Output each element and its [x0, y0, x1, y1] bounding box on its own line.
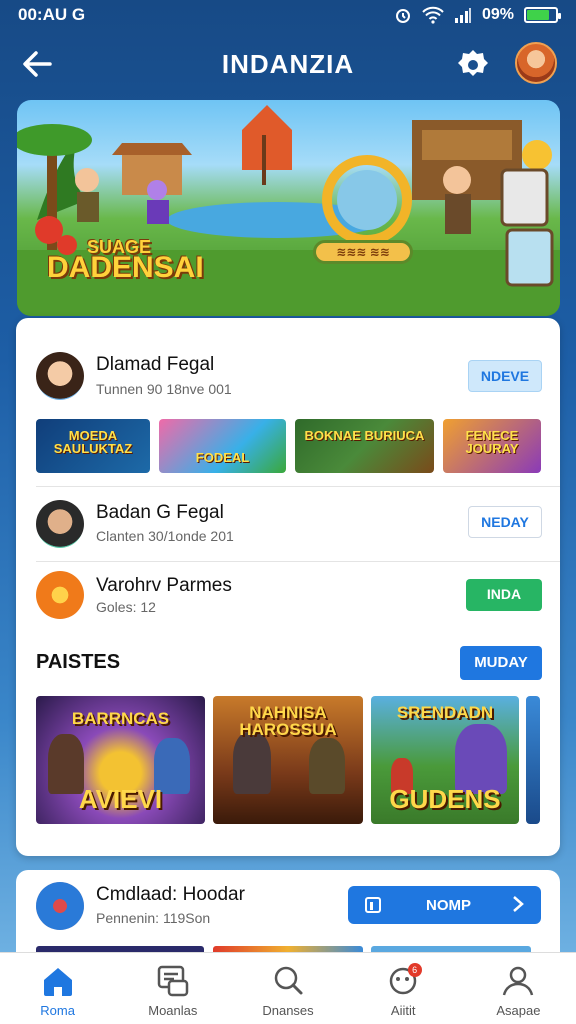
game-card-title: BARRNCAS — [71, 709, 170, 728]
game-card[interactable]: BARRNCAS AVIEVI — [36, 696, 205, 824]
status-icons: 09% — [394, 6, 561, 24]
hero-banner[interactable]: SUAGE DADENSAI ≋≋≋ ≋≋ — [17, 100, 560, 316]
friend-action-button[interactable]: NDEVE — [468, 360, 542, 392]
featured-action-label: NOMP — [426, 897, 471, 914]
app-bar: INDANZIA — [0, 36, 576, 92]
portal-sign: ≋≋≋ ≋≋ — [313, 240, 413, 264]
bottom-nav: Roma Moanlas Dnanses 6 Aiitit Asapae — [0, 952, 576, 1024]
featured-meta: Pennenin: 119Son — [96, 910, 211, 926]
featured-avatar — [36, 882, 84, 930]
nav-activity[interactable]: 6 Aiitit — [346, 953, 461, 1024]
nav-label: Asapae — [496, 1003, 541, 1018]
banner-logo-line2: DADENSAI — [47, 251, 204, 285]
battery-percent: 09% — [481, 6, 514, 23]
back-arrow-icon[interactable] — [20, 48, 56, 80]
search-icon — [274, 966, 303, 995]
friend-meta: Clanten 30/1onde 201 — [96, 528, 234, 544]
divider — [36, 561, 560, 562]
thumbnail-label: FENECE JOURAY — [465, 428, 519, 456]
friend-action-button[interactable]: NEDAY — [468, 506, 542, 538]
section-button[interactable]: MUDAY — [460, 646, 542, 680]
banner-logo: SUAGE DADENSAI — [47, 238, 204, 285]
home-icon — [43, 968, 72, 996]
section-title: PAISTES — [36, 651, 121, 673]
game-thumbnail[interactable]: FENECE JOURAY — [443, 419, 541, 473]
nav-search[interactable]: Dnanses — [230, 953, 345, 1024]
wifi-icon — [422, 6, 444, 24]
status-time: 00:AU G — [18, 5, 86, 24]
game-card-title: NAHNISA HAROSSUA — [239, 703, 337, 739]
friend-row[interactable]: Dlamad Fegal Tunnen 90 18nve 001 NDEVE — [16, 318, 560, 418]
thumbnail-label: BOKNAE BURIUCA — [304, 428, 425, 443]
featured-action-button[interactable]: NOMP — [348, 886, 541, 924]
friend-action-button[interactable]: INDA — [466, 579, 542, 611]
gear-icon[interactable] — [454, 46, 492, 84]
friend-meta: Goles: 12 — [96, 599, 156, 615]
nav-label: Roma — [40, 1003, 75, 1018]
friend-name: Varohrv Parmes — [96, 575, 232, 596]
game-thumbnail[interactable]: FODEAL — [159, 419, 286, 473]
game-card-subtitle: AVIEVI — [78, 784, 163, 814]
friend-avatar — [36, 500, 84, 548]
character-figure — [309, 738, 345, 794]
alarm-icon — [395, 9, 410, 23]
nav-messages[interactable]: Moanlas — [115, 953, 230, 1024]
friend-row[interactable]: Badan G Fegal Clanten 30/1onde 201 NEDAY — [16, 488, 560, 560]
friend-name: Badan G Fegal — [96, 502, 224, 523]
nav-home[interactable]: Roma — [0, 953, 115, 1024]
friend-avatar — [36, 571, 84, 619]
featured-name: Cmdlaad: Hoodar — [96, 884, 245, 905]
divider — [36, 486, 560, 487]
game-thumbnail[interactable]: BOKNAE BURIUCA — [295, 419, 434, 473]
game-thumbnail[interactable]: MOEDA SAULUKTAZ — [36, 419, 150, 473]
nav-label: Aiitit — [390, 1003, 416, 1018]
game-card[interactable]: SRENDADN GUDENS — [371, 696, 519, 824]
featured-card[interactable]: Cmdlaad: Hoodar Pennenin: 119Son NOMP — [16, 870, 560, 960]
friend-meta: Tunnen 90 18nve 001 — [96, 381, 232, 397]
thumbnail-label: MOEDA SAULUKTAZ — [53, 428, 133, 456]
status-bar: 00:AU G 09% — [0, 0, 576, 30]
device-icon — [365, 897, 381, 913]
game-card-title: SRENDADN — [396, 703, 494, 722]
battery-icon — [524, 7, 561, 23]
friend-avatar — [36, 352, 84, 400]
profile-avatar[interactable] — [515, 42, 557, 84]
notification-badge: 6 — [407, 963, 422, 977]
friend-name: Dlamad Fegal — [96, 354, 215, 375]
friend-row[interactable]: Varohrv Parmes Goles: 12 INDA — [16, 563, 560, 627]
page-title: INDANZIA — [221, 48, 355, 79]
activity-card: Dlamad Fegal Tunnen 90 18nve 001 NDEVE M… — [16, 318, 560, 856]
game-card-partial[interactable] — [526, 696, 540, 824]
game-card[interactable]: NAHNISA HAROSSUA — [213, 696, 363, 824]
thumbnail-label: FODEAL — [195, 450, 250, 465]
nav-label: Dnanses — [262, 1003, 314, 1018]
chevron-right-icon — [513, 896, 524, 912]
nav-label: Moanlas — [148, 1003, 198, 1018]
nav-profile[interactable]: Asapae — [461, 953, 576, 1024]
character-figure — [233, 732, 271, 794]
profile-icon — [503, 966, 534, 996]
messages-icon — [157, 965, 189, 997]
signal-icon — [454, 8, 471, 23]
game-card-subtitle: GUDENS — [389, 784, 501, 814]
